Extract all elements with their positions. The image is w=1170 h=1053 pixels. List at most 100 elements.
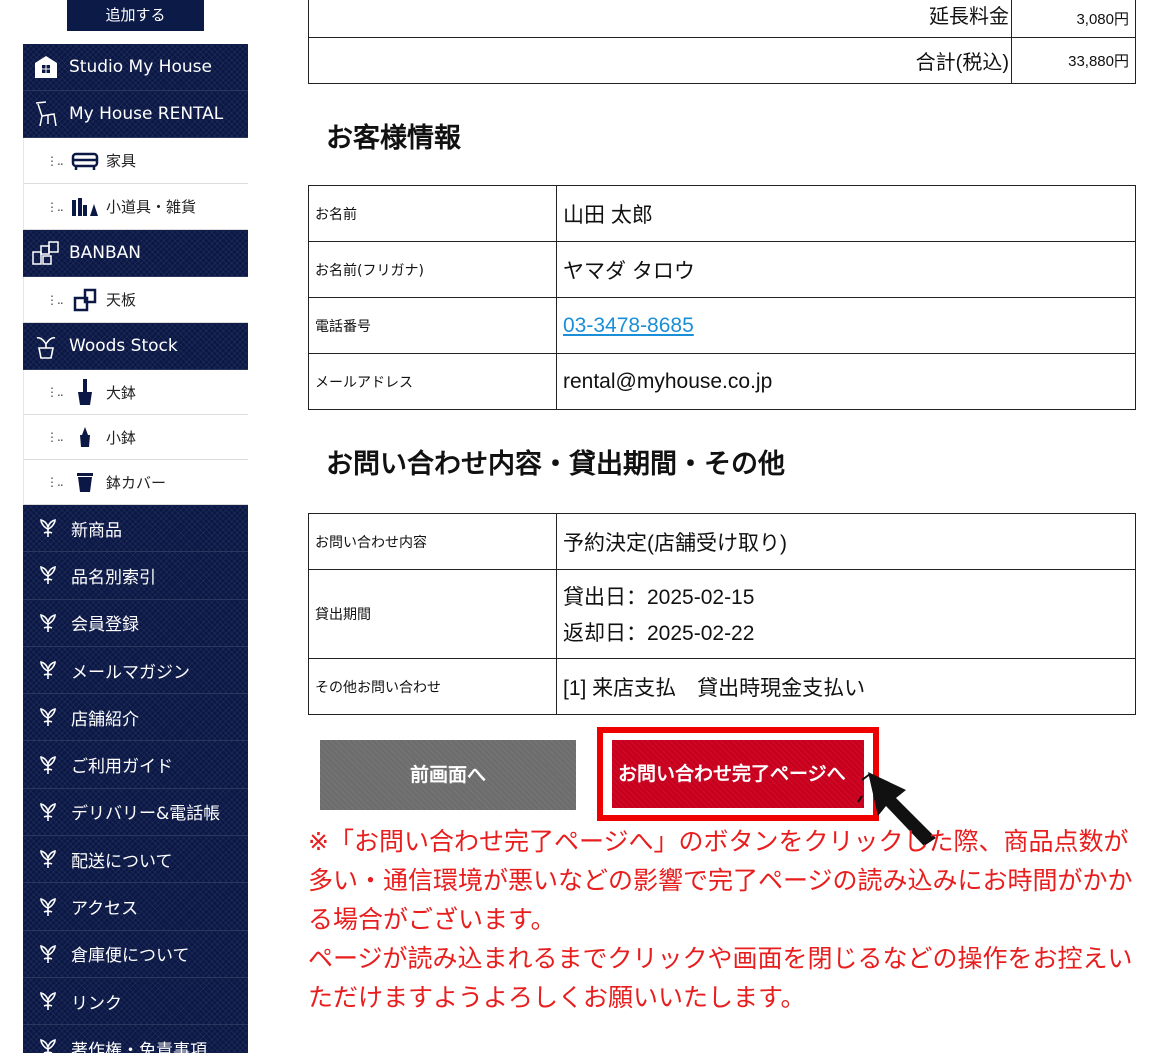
back-button[interactable]: 前画面へ	[320, 740, 576, 810]
notice-line: ページが読み込まれるまでクリックや画面を閉じるなどの操作をお控えいただけますよう…	[308, 944, 1133, 1012]
small-pot-icon	[68, 423, 102, 451]
field-key: お問い合わせ内容	[308, 513, 557, 570]
sidebar-menu-item[interactable]: 新商品	[23, 505, 248, 553]
field-value: 03-3478-8685	[556, 297, 1136, 354]
house-icon	[31, 52, 61, 82]
pot-cover-icon	[68, 468, 102, 496]
leaf-icon	[37, 1037, 59, 1053]
customer-section-title: お客様情報	[326, 123, 461, 154]
field-value: ヤマダ タロウ	[556, 241, 1136, 298]
sidebar-menu-item[interactable]: 店舗紹介	[23, 694, 248, 742]
sidebar-menu-item[interactable]: 倉庫便について	[23, 930, 248, 978]
table-row: 延長料金 3,080円	[308, 0, 1136, 38]
sidebar-menu-label: ご利用ガイド	[71, 757, 173, 778]
rental-return-date: 返却日：2025-02-22	[563, 622, 755, 645]
leaf-icon	[37, 990, 59, 1012]
sidebar-menu-item[interactable]: 品名別索引	[23, 552, 248, 600]
leaf-icon	[37, 754, 59, 776]
sidebar-item-label: 小鉢	[106, 428, 137, 447]
sidebar-menu-item[interactable]: 配送について	[23, 836, 248, 884]
leaf-icon	[37, 517, 59, 539]
sidebar-menu-label: 品名別索引	[71, 567, 156, 588]
sidebar-item-label: 小道具・雑貨	[106, 198, 197, 216]
leaf-icon	[37, 848, 59, 870]
sidebar-item-props[interactable]: ⋮.. 小道具・雑貨	[23, 184, 248, 230]
inquiry-table: お問い合わせ内容 予約決定(店舗受け取り) 貸出期間 貸出日：2025-02-1…	[308, 513, 1136, 715]
field-key: お名前	[308, 185, 557, 242]
sidebar-menu-label: リンク	[71, 993, 122, 1014]
sidebar-item-label: 大鉢	[106, 383, 137, 402]
sidebar-item-pot-cover[interactable]: ⋮.. 鉢カバー	[23, 460, 248, 505]
sidebar-menu-label: 新商品	[71, 520, 122, 541]
sidebar-menu-item[interactable]: リンク	[23, 977, 248, 1026]
sidebar-cat-rental[interactable]: My House RENTAL	[23, 91, 248, 138]
sidebar-menu-label: デリバリー&電話帳	[71, 804, 221, 825]
tree-connector: ⋮..	[46, 153, 64, 168]
table-row: お問い合わせ内容 予約決定(店舗受け取り)	[308, 513, 1136, 570]
sidebar-item-label: 鉢カバー	[106, 473, 167, 492]
field-value: rental@myhouse.co.jp	[556, 353, 1136, 410]
chair-icon	[31, 99, 61, 129]
price-value: 3,080円	[1011, 0, 1136, 38]
tree-connector: ⋮..	[46, 199, 64, 214]
table-row: その他お問い合わせ [1] 来店支払 貸出時現金支払い	[308, 658, 1136, 715]
price-table: 延長料金 3,080円 合計(税込) 33,880円	[308, 0, 1136, 84]
main-content: 延長料金 3,080円 合計(税込) 33,880円 お客様情報 お名前 山田 …	[308, 0, 1136, 715]
sidebar-cat-banban[interactable]: BANBAN	[23, 230, 248, 277]
table-row: 貸出期間 貸出日：2025-02-15 返却日：2025-02-22	[308, 569, 1136, 659]
sidebar-menu-item[interactable]: ご利用ガイド	[23, 741, 248, 789]
field-value: 貸出日：2025-02-15 返却日：2025-02-22	[556, 569, 1136, 659]
tree-connector: ⋮..	[46, 475, 64, 489]
table-row: お名前(フリガナ) ヤマダ タロウ	[308, 241, 1136, 298]
leaf-icon	[37, 564, 59, 586]
leaf-icon	[37, 801, 59, 823]
sidebar-cat-label: BANBAN	[69, 243, 142, 263]
field-value: 予約決定(店舗受け取り)	[556, 513, 1136, 570]
plant-icon	[31, 331, 61, 361]
field-value: 山田 太郎	[556, 185, 1136, 242]
add-area: 追加する	[23, 0, 248, 44]
sidebar-menu-label: 店舗紹介	[71, 709, 139, 730]
price-label: 延長料金	[308, 0, 1012, 38]
sidebar-cat-studio[interactable]: Studio My House	[23, 44, 248, 91]
sidebar-item-furniture[interactable]: ⋮.. 家具	[23, 138, 248, 184]
sidebar-item-tabletop[interactable]: ⋮.. 天板	[23, 277, 248, 323]
complete-button[interactable]: お問い合わせ完了ページへ	[612, 740, 864, 808]
large-pot-icon	[68, 378, 102, 406]
sidebar-menu-label: メールマガジン	[71, 662, 190, 683]
sidebar-item-small-pot[interactable]: ⋮.. 小鉢	[23, 415, 248, 460]
pointer-arrow-icon	[856, 772, 936, 846]
rental-start-date: 貸出日：2025-02-15	[563, 586, 755, 609]
phone-link[interactable]: 03-3478-8685	[563, 314, 694, 337]
sidebar-menu-label: 配送について	[71, 851, 173, 872]
tree-connector: ⋮..	[46, 385, 64, 399]
table-row: 合計(税込) 33,880円	[308, 37, 1136, 84]
field-key: お名前(フリガナ)	[308, 241, 557, 298]
leaf-icon	[37, 659, 59, 681]
sofa-icon	[68, 147, 102, 175]
sidebar-item-label: 家具	[106, 152, 137, 170]
leaf-icon	[37, 612, 59, 634]
sidebar-item-label: 天板	[106, 291, 137, 309]
notice-line: ※「お問い合わせ完了ページへ」のボタンをクリックした際、商品点数が多い・通信環境…	[308, 827, 1133, 934]
notice-text: ※「お問い合わせ完了ページへ」のボタンをクリックした際、商品点数が多い・通信環境…	[308, 822, 1136, 1017]
sidebar: 追加する Studio My House My House RENTAL ⋮..…	[23, 0, 248, 1053]
sidebar-menu-item[interactable]: アクセス	[23, 883, 248, 931]
sidebar-menu-item[interactable]: 著作権・免責事項	[23, 1025, 248, 1053]
sidebar-menu-item[interactable]: メールマガジン	[23, 646, 248, 695]
sidebar-item-large-pot[interactable]: ⋮.. 大鉢	[23, 370, 248, 415]
table-row: 電話番号 03-3478-8685	[308, 297, 1136, 354]
leaf-icon	[37, 943, 59, 965]
sidebar-menu: 新商品品名別索引会員登録メールマガジン 店舗紹介ご利用ガイドデリバリー&電話帳 配送…	[23, 505, 248, 1053]
table-top-icon	[68, 286, 102, 314]
leaf-icon	[37, 706, 59, 728]
sidebar-cat-woods[interactable]: Woods Stock	[23, 323, 248, 370]
sidebar-menu-item[interactable]: 会員登録	[23, 599, 248, 647]
sidebar-menu-label: アクセス	[71, 899, 139, 920]
sidebar-menu-label: 著作権・免責事項	[71, 1040, 207, 1053]
add-button[interactable]: 追加する	[67, 0, 204, 31]
sidebar-cat-label: Studio My House	[69, 57, 212, 77]
price-label: 合計(税込)	[308, 37, 1012, 84]
sidebar-menu-item[interactable]: デリバリー&電話帳	[23, 788, 248, 837]
field-key: その他お問い合わせ	[308, 658, 557, 715]
